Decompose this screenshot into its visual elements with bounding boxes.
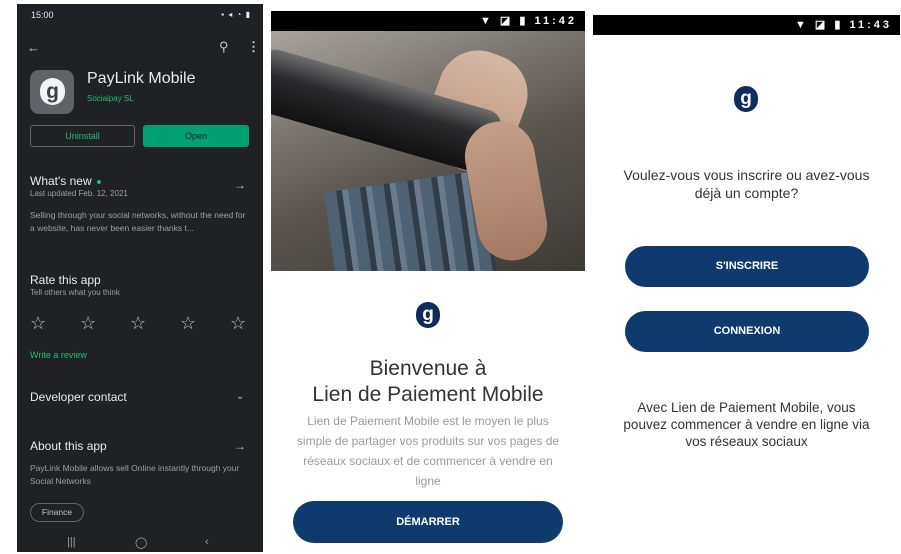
status-time: 11:43 xyxy=(849,19,892,31)
signup-button[interactable]: S'INSCRIRE xyxy=(625,246,869,287)
back-arrow-icon[interactable]: ← xyxy=(27,40,40,55)
welcome-title-line1: Bienvenue à xyxy=(369,357,487,380)
whats-new-arrow-icon[interactable]: → xyxy=(234,178,246,192)
last-updated: Last updated Feb. 12, 2021 xyxy=(30,189,128,198)
about-body: PayLink Mobile allows sell Online instan… xyxy=(30,463,240,486)
star-icon[interactable]: ☆ xyxy=(130,313,146,334)
chevron-down-icon[interactable]: ⌄ xyxy=(236,391,244,402)
uninstall-button[interactable]: Uninstall xyxy=(30,125,135,147)
app-name: PayLink Mobile xyxy=(87,70,196,87)
g-logo-icon: g xyxy=(416,302,440,328)
open-button[interactable]: Open xyxy=(143,125,249,147)
start-button[interactable]: DÉMARRER xyxy=(293,501,563,543)
g-logo-icon: g xyxy=(734,86,758,112)
welcome-title: Bienvenue à Lien de Paiement Mobile xyxy=(271,356,585,408)
write-review-link[interactable]: Write a review xyxy=(30,350,87,360)
status-icons: ▼ ◪ ▮ 11:42 xyxy=(479,15,577,27)
status-time: 15:00 xyxy=(31,10,54,20)
search-icon[interactable]: ⚲ xyxy=(219,39,229,55)
welcome-description: Lien de Paiement Mobile est le moyen le … xyxy=(296,414,560,488)
auth-screen: ▼ ◪ ▮ 11:43 g Voulez-vous vous inscrire … xyxy=(593,15,900,554)
home-icon[interactable]: ◯ xyxy=(135,536,147,549)
welcome-title-line2: Lien de Paiement Mobile xyxy=(312,383,544,406)
auth-info: Avec Lien de Paiement Mobile, vous pouve… xyxy=(623,400,870,449)
g-logo-icon: g xyxy=(40,78,65,105)
about-arrow-icon[interactable]: → xyxy=(234,439,246,453)
more-vert-icon[interactable]: ⋮ xyxy=(247,39,260,55)
auth-question: Voulez-vous vous inscrire ou avez-vous d… xyxy=(623,167,870,201)
star-icon[interactable]: ☆ xyxy=(80,313,96,334)
recents-icon[interactable]: ||| xyxy=(67,536,76,548)
developer-link[interactable]: Socialpay SL xyxy=(87,94,134,103)
about-title[interactable]: About this app xyxy=(30,439,107,453)
whats-new-title[interactable]: What's new xyxy=(30,174,101,188)
star-icon[interactable]: ☆ xyxy=(30,313,46,334)
system-nav-bar: ||| ◯ ‹ xyxy=(17,534,263,552)
status-bar: ▼ ◪ ▮ 11:43 xyxy=(593,15,900,35)
developer-contact[interactable]: Developer contact xyxy=(30,390,127,404)
star-icon[interactable]: ☆ xyxy=(230,313,246,334)
status-icons: ▪ ◂ ◔ ▮ xyxy=(221,10,251,19)
whats-new-body: Selling through your social networks, wi… xyxy=(30,210,246,233)
login-button[interactable]: CONNEXION xyxy=(625,311,869,352)
status-icons: ▼ ◪ ▮ 11:43 xyxy=(794,19,892,31)
rate-title: Rate this app xyxy=(30,273,101,287)
back-icon[interactable]: ‹ xyxy=(205,536,209,548)
hero-photo xyxy=(271,31,585,271)
new-dot-icon xyxy=(96,179,101,184)
rating-stars: ☆ ☆ ☆ ☆ ☆ xyxy=(30,313,256,335)
welcome-screen: ▼ ◪ ▮ 11:42 g Bienvenue à Lien de Paieme… xyxy=(271,11,585,554)
status-bar: 15:00 ▪ ◂ ◔ ▮ xyxy=(17,4,263,26)
status-bar: ▼ ◪ ▮ 11:42 xyxy=(271,11,585,31)
whats-new-label: What's new xyxy=(30,174,92,188)
playstore-screen: 15:00 ▪ ◂ ◔ ▮ ← ⚲ ⋮ g PayLink Mobile Soc… xyxy=(17,4,263,552)
star-icon[interactable]: ☆ xyxy=(180,313,196,334)
category-chip[interactable]: Finance xyxy=(30,503,84,522)
app-logo: g xyxy=(30,70,74,114)
status-time: 11:42 xyxy=(534,15,577,27)
rate-subtitle: Tell others what you think xyxy=(30,288,120,297)
